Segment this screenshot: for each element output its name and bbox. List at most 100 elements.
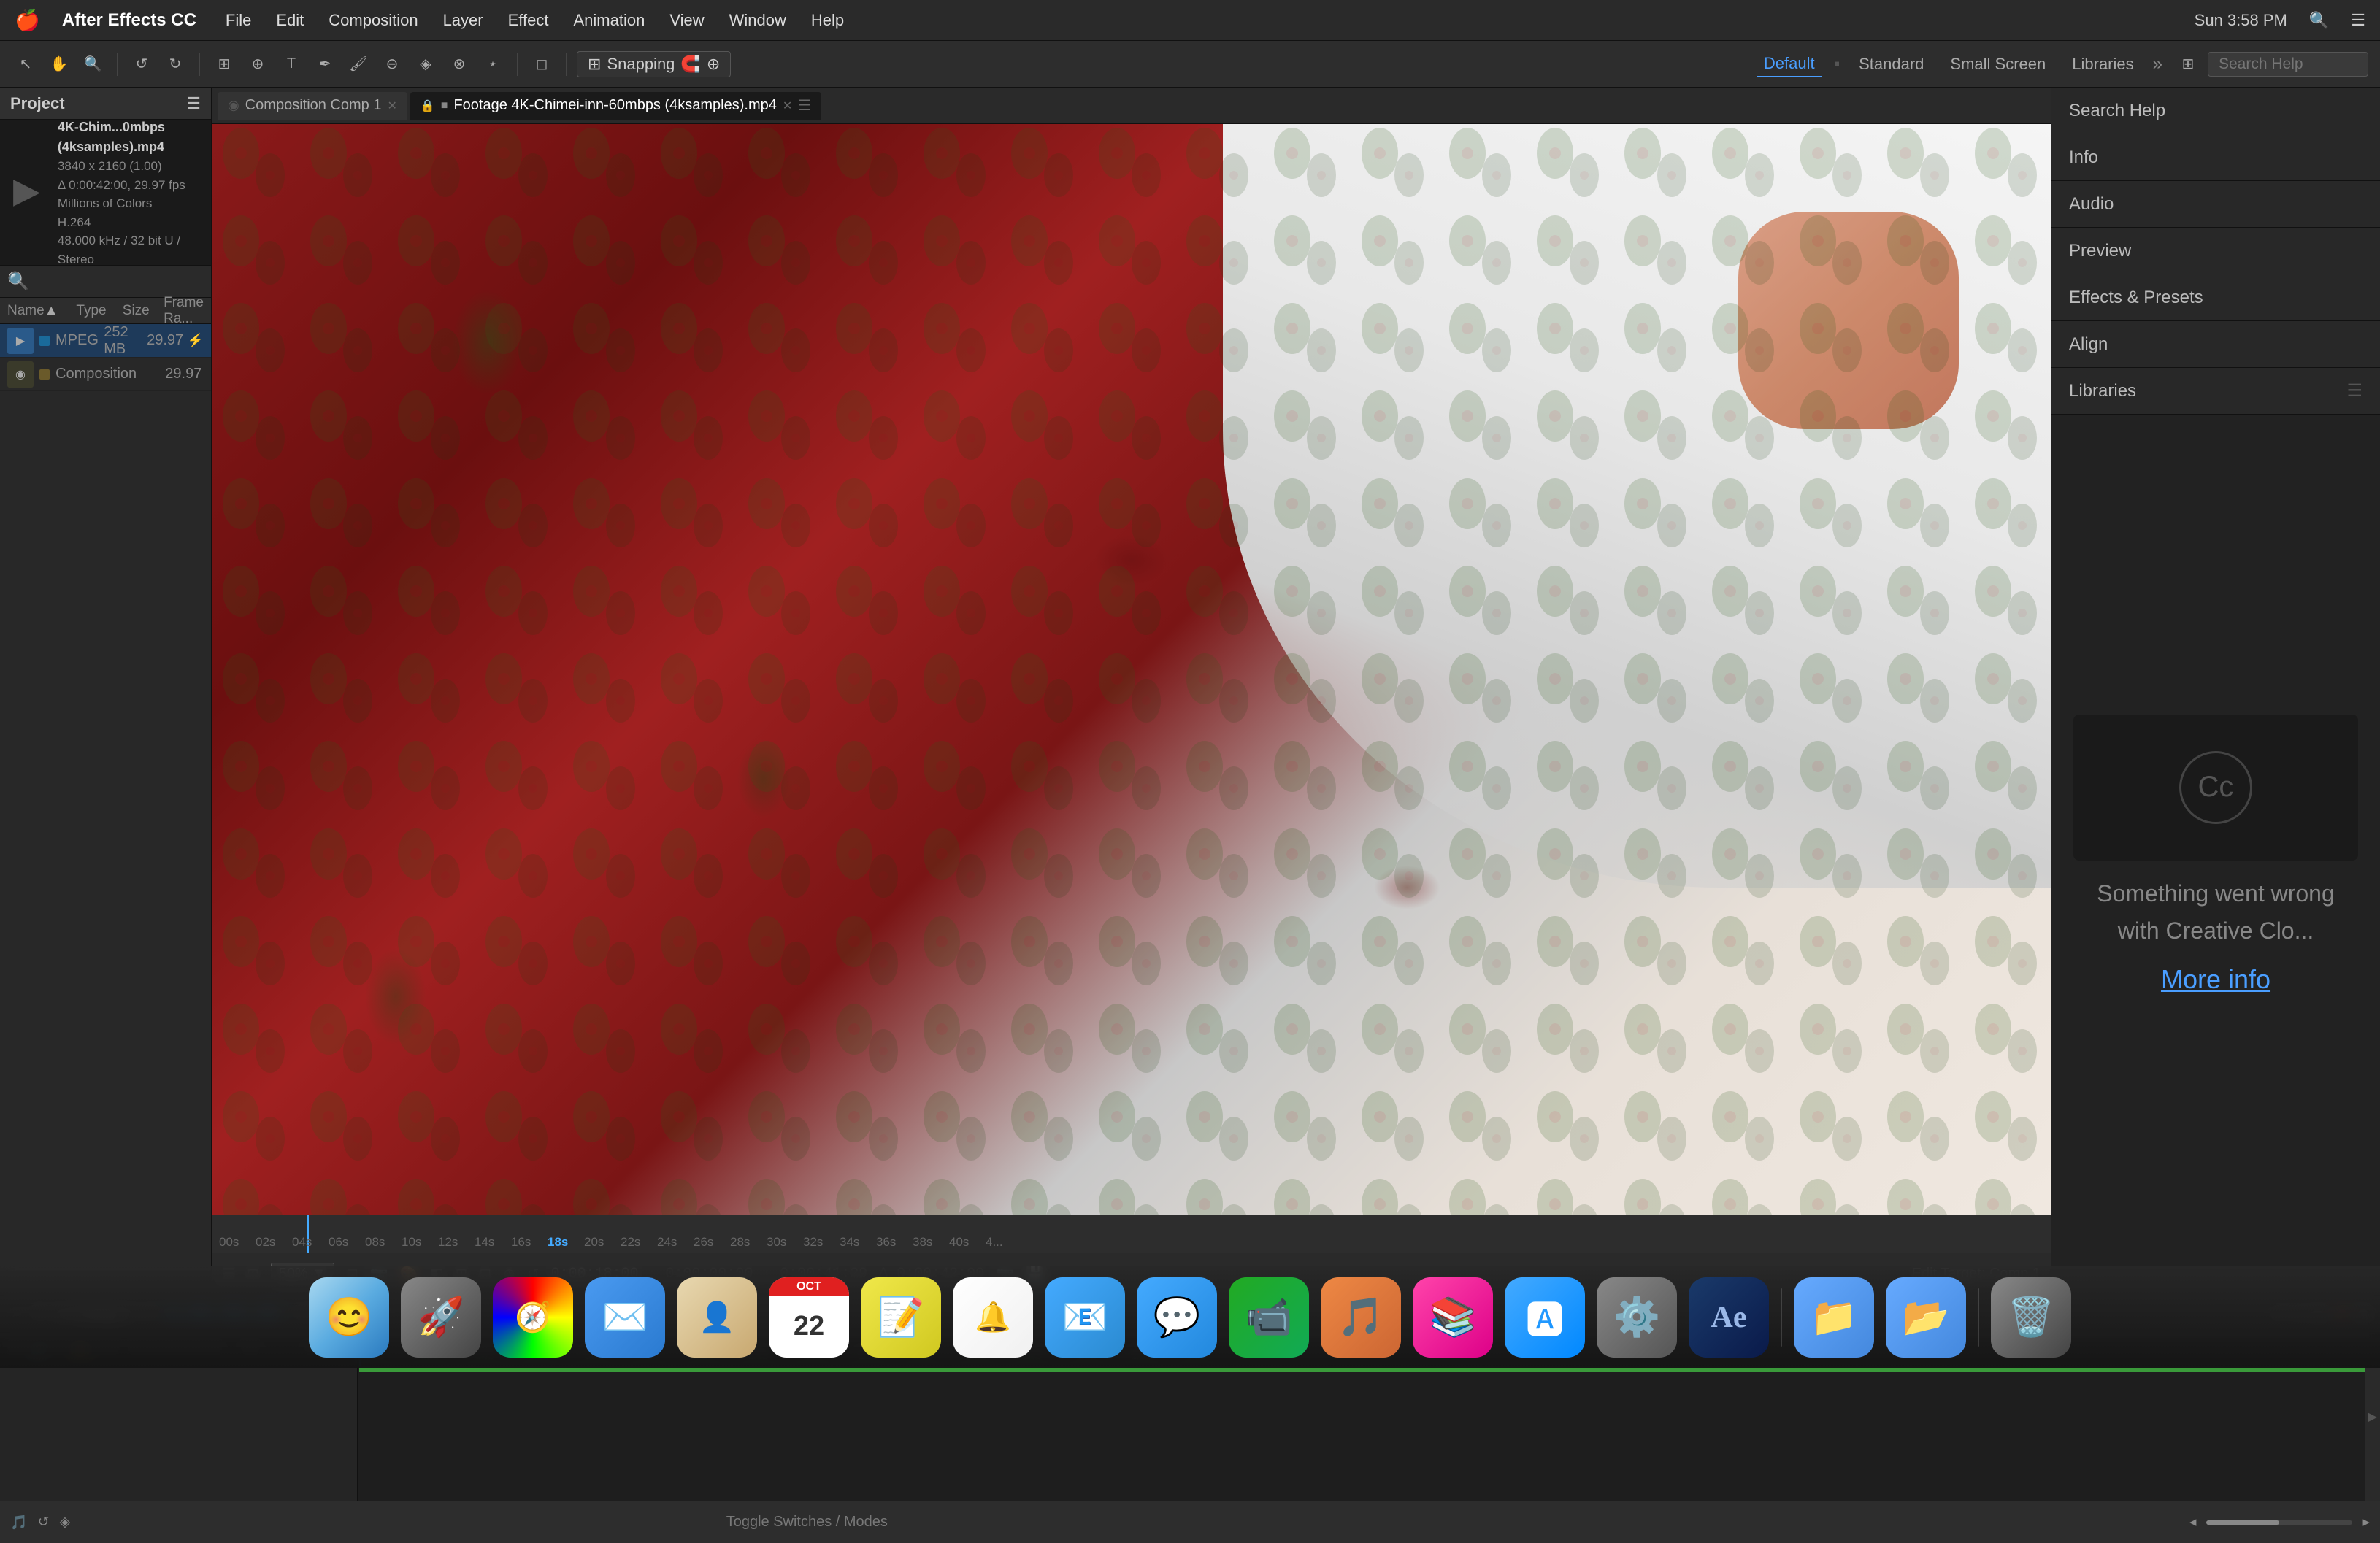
project-search-input[interactable]	[34, 273, 204, 290]
viewer-tab-footage-close[interactable]: ✕	[783, 99, 792, 113]
menu-help[interactable]: Help	[811, 11, 844, 30]
dock-appstore-icon: 🅰	[1526, 1290, 1564, 1344]
tl-footer-btn-1[interactable]: 🎵	[10, 1514, 28, 1531]
workspace-grid[interactable]: ⊞	[2174, 50, 2202, 78]
preview-filename: 4K-Chim...0mbps (4ksamples).mp4	[58, 118, 188, 157]
dock-launchpad[interactable]: 🚀	[401, 1277, 481, 1358]
dock-finder-icon: 😊	[326, 1295, 373, 1339]
workspace-default[interactable]: Default	[1757, 51, 1822, 77]
dock-sysprefs[interactable]: ⚙️	[1597, 1277, 1677, 1358]
menubar-hamburger-icon[interactable]: ☰	[2351, 11, 2365, 30]
tool-undo[interactable]: ↺	[128, 50, 156, 78]
tool-paint[interactable]: 🖌	[345, 50, 372, 78]
menu-file[interactable]: File	[226, 11, 251, 30]
toolbar-search-input[interactable]	[2208, 52, 2368, 77]
dock-finder[interactable]: 😊	[309, 1277, 389, 1358]
snapping-toggle[interactable]: ⊞ Snapping 🧲 ⊕	[577, 51, 731, 77]
dock-facetime-mail-icon: 📧	[1062, 1295, 1109, 1339]
tool-anchor[interactable]: ⊕	[244, 50, 272, 78]
dock-messages[interactable]: 💬	[1137, 1277, 1217, 1358]
cc-error-message: Something went wrong with Creative Clo..…	[2073, 875, 2358, 950]
file-fps-0: 29.97	[147, 332, 185, 349]
col-type: Type	[76, 303, 122, 319]
dock-aftereffects[interactable]: Ae	[1689, 1277, 1769, 1358]
tl-zoom-out[interactable]: ◂	[2189, 1514, 2197, 1531]
rp-align[interactable]: Align	[2051, 321, 2380, 368]
viewer-tab-comp-close[interactable]: ✕	[387, 99, 396, 113]
tl-footer-btn-2[interactable]: ↺	[38, 1514, 50, 1531]
menu-window[interactable]: Window	[729, 11, 786, 30]
viewer-tab-footage-menu[interactable]: ☰	[798, 96, 811, 115]
preview-icon: ▶	[13, 170, 40, 211]
dock-mail[interactable]: ✉️	[585, 1277, 665, 1358]
menu-view[interactable]: View	[669, 11, 704, 30]
video-content	[212, 124, 2051, 1215]
file-item-1[interactable]: ◉ Comp 1 Composition 29.97	[0, 358, 211, 391]
dock-ae-icon: Ae	[1711, 1300, 1747, 1335]
dock-music[interactable]: 🎵	[1321, 1277, 1401, 1358]
tool-zoom[interactable]: 🔍	[79, 50, 107, 78]
tool-clone[interactable]: ⊖	[378, 50, 406, 78]
tl-footer-btn-3[interactable]: ◈	[60, 1514, 71, 1531]
file-item-0[interactable]: ▶ 4K-Chim...mp4 MPEG 252 MB 29.97 ⚡	[0, 324, 211, 358]
tl-zoom-slider[interactable]	[2206, 1520, 2352, 1525]
dock-folder1[interactable]: 📁	[1794, 1277, 1874, 1358]
menu-animation[interactable]: Animation	[573, 11, 645, 30]
rp-preview[interactable]: Preview	[2051, 228, 2380, 274]
dock-books[interactable]: 📚	[1413, 1277, 1493, 1358]
rp-libraries[interactable]: Libraries ☰	[2051, 368, 2380, 415]
viewer-area	[212, 124, 2051, 1215]
tl-zoom-in[interactable]: ▸	[2362, 1514, 2370, 1531]
dock-books-icon: 📚	[1429, 1295, 1477, 1339]
project-search-icon: 🔍	[7, 271, 29, 292]
dock-reminders[interactable]: 🔔	[953, 1277, 1033, 1358]
tool-pen[interactable]: ✒	[311, 50, 339, 78]
project-panel: Project ☰ ▶ 4K-Chim...0mbps (4ksamples).…	[0, 88, 212, 1295]
project-panel-menu[interactable]: ☰	[186, 94, 201, 113]
viewer-tab-comp[interactable]: ◉ Composition Comp 1 ✕	[218, 92, 407, 120]
tool-move[interactable]: ⊞	[210, 50, 238, 78]
tool-eraser[interactable]: ◈	[412, 50, 439, 78]
rp-preview-label: Preview	[2069, 241, 2131, 261]
workspace-more[interactable]: »	[2153, 54, 2162, 74]
dock-notes[interactable]: 📝	[861, 1277, 941, 1358]
menu-layer[interactable]: Layer	[443, 11, 483, 30]
menu-edit[interactable]: Edit	[276, 11, 304, 30]
menu-effect[interactable]: Effect	[508, 11, 549, 30]
dock-notes-icon: 📝	[878, 1295, 925, 1339]
dock-contacts[interactable]: 👤	[677, 1277, 757, 1358]
dock-safari[interactable]: 🧭	[493, 1277, 573, 1358]
rp-info[interactable]: Info	[2051, 134, 2380, 181]
dock-calendar[interactable]: OCT 22	[769, 1277, 849, 1358]
tool-puppet[interactable]: ⋆	[479, 50, 507, 78]
file-color-1	[39, 369, 50, 380]
workspace-standard[interactable]: Standard	[1851, 52, 1931, 77]
col-size: Size	[123, 303, 164, 319]
dock-appstore[interactable]: 🅰	[1505, 1277, 1585, 1358]
workspace-libraries[interactable]: Libraries	[2065, 52, 2141, 77]
rp-audio[interactable]: Audio	[2051, 181, 2380, 228]
dock-folder1-icon: 📁	[1811, 1295, 1858, 1339]
dock-folder2[interactable]: 📂	[1886, 1277, 1966, 1358]
tool-text[interactable]: T	[277, 50, 305, 78]
menubar-search-icon[interactable]: 🔍	[2309, 11, 2329, 30]
menu-composition[interactable]: Composition	[329, 11, 418, 30]
dock-facetime-mail[interactable]: 📧	[1045, 1277, 1125, 1358]
tool-roto[interactable]: ⊗	[445, 50, 473, 78]
project-panel-title: Project	[10, 94, 65, 113]
viewer-tab-footage[interactable]: 🔒 ■ Footage 4K-Chimei-inn-60mbps (4ksamp…	[410, 92, 821, 120]
file-fps-1: 29.97	[165, 366, 204, 382]
tool-shape[interactable]: ◻	[528, 50, 556, 78]
viewer-tab-comp-label: Composition Comp 1	[245, 97, 382, 114]
dock-trash[interactable]: 🗑️	[1991, 1277, 2071, 1358]
rp-search-help[interactable]: Search Help	[2051, 88, 2380, 134]
dock-facetime2[interactable]: 📹	[1229, 1277, 1309, 1358]
tool-redo[interactable]: ↻	[161, 50, 189, 78]
tool-hand[interactable]: ✋	[45, 50, 73, 78]
workspace-small-screen[interactable]: Small Screen	[1943, 52, 2053, 77]
dock-reminders-icon: 🔔	[975, 1300, 1011, 1334]
cc-more-info-link[interactable]: More info	[2161, 964, 2270, 995]
apple-menu[interactable]: 🍎	[15, 8, 40, 32]
tool-select[interactable]: ↖	[12, 50, 39, 78]
rp-effects[interactable]: Effects & Presets	[2051, 274, 2380, 321]
